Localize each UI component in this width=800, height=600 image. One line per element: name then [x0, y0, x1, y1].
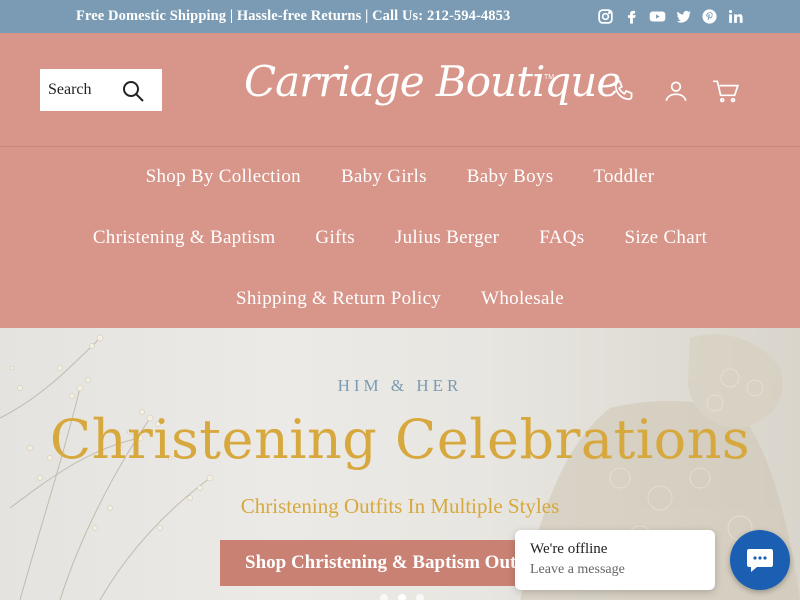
- nav-item-wholesale[interactable]: Wholesale: [481, 288, 564, 310]
- nav-item-christening-baptism[interactable]: Christening & Baptism: [93, 227, 276, 249]
- chat-prompt: Leave a message: [530, 562, 625, 577]
- main-navigation: Shop By Collection Baby Girls Baby Boys …: [0, 146, 800, 328]
- facebook-icon[interactable]: [622, 7, 640, 25]
- slider-dots: [380, 594, 424, 600]
- account-icon[interactable]: [662, 77, 690, 105]
- hero-title: Christening Celebrations: [49, 408, 751, 471]
- nav-item-baby-boys[interactable]: Baby Boys: [467, 166, 554, 188]
- slider-dot-active[interactable]: [398, 594, 406, 600]
- slider-dot[interactable]: [380, 594, 388, 600]
- search-input[interactable]: [48, 78, 110, 102]
- nav-row: Christening & Baptism Gifts Julius Berge…: [0, 227, 800, 249]
- shop-christening-button[interactable]: Shop Christening & Baptism Outfits: [220, 540, 540, 586]
- chat-icon: [747, 549, 773, 572]
- chat-status: We're offline: [530, 541, 608, 557]
- logo-text: Carriage Boutique: [244, 57, 621, 106]
- cart-icon[interactable]: [712, 77, 740, 105]
- search-button[interactable]: [120, 78, 146, 104]
- nav-item-baby-girls[interactable]: Baby Girls: [341, 166, 427, 188]
- hero-eyebrow: HIM & HER: [337, 376, 463, 395]
- nav-row: Shop By Collection Baby Girls Baby Boys …: [0, 166, 800, 188]
- announcement-bar: Free Domestic Shipping | Hassle-free Ret…: [0, 0, 800, 33]
- nav-row: Shipping & Return Policy Wholesale: [0, 288, 800, 310]
- nav-item-shop-by-collection[interactable]: Shop By Collection: [146, 166, 301, 188]
- logo-trademark: TM: [544, 74, 555, 81]
- nav-item-size-chart[interactable]: Size Chart: [624, 227, 707, 249]
- site-logo[interactable]: Carriage Boutique TM: [238, 43, 621, 133]
- search-icon: [123, 81, 144, 102]
- announcement-text: Free Domestic Shipping | Hassle-free Ret…: [76, 8, 511, 24]
- nav-item-toddler[interactable]: Toddler: [593, 166, 654, 188]
- youtube-icon[interactable]: [648, 7, 666, 25]
- social-links: [596, 7, 744, 25]
- linkedin-icon[interactable]: [726, 7, 744, 25]
- nav-item-julius-berger[interactable]: Julius Berger: [395, 227, 499, 249]
- hero-subtitle: Christening Outfits In Multiple Styles: [240, 494, 560, 518]
- chat-message-bubble[interactable]: We're offline Leave a message: [515, 530, 715, 590]
- slider-dot[interactable]: [416, 594, 424, 600]
- chat-launcher-button[interactable]: [730, 530, 790, 590]
- nav-item-faqs[interactable]: FAQs: [539, 227, 584, 249]
- site-header: Carriage Boutique TM: [0, 33, 800, 146]
- instagram-icon[interactable]: [596, 7, 614, 25]
- phone-icon[interactable]: [610, 77, 638, 105]
- nav-item-gifts[interactable]: Gifts: [315, 227, 355, 249]
- search-form: [40, 69, 162, 111]
- nav-item-shipping-return-policy[interactable]: Shipping & Return Policy: [236, 288, 441, 310]
- twitter-icon[interactable]: [674, 7, 692, 25]
- pinterest-icon[interactable]: [700, 7, 718, 25]
